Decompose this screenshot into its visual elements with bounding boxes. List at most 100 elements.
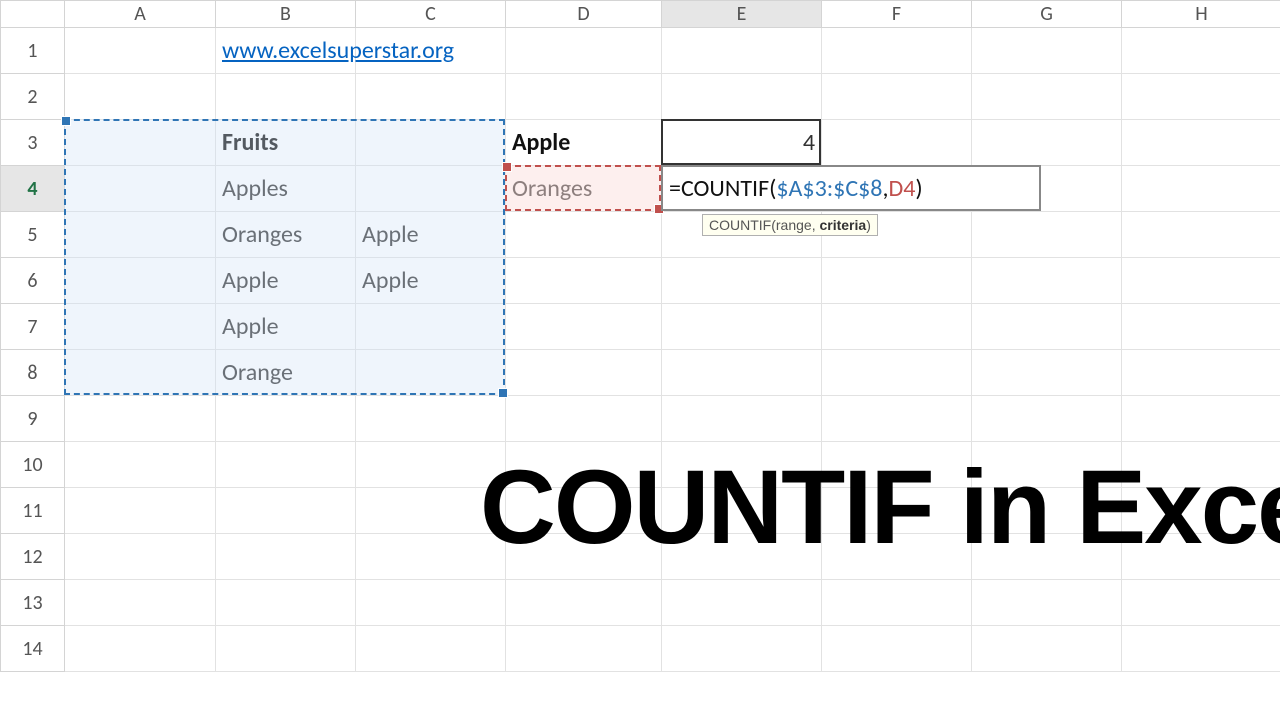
cell-G14[interactable] bbox=[972, 626, 1122, 672]
cell-G1[interactable] bbox=[972, 28, 1122, 74]
cell-H7[interactable] bbox=[1122, 304, 1280, 350]
cell-E1[interactable] bbox=[662, 28, 822, 74]
col-header-C[interactable]: C bbox=[356, 1, 506, 28]
cell-C5[interactable]: Apple bbox=[356, 212, 506, 258]
row-header-9[interactable]: 9 bbox=[1, 396, 65, 442]
cell-B6[interactable]: Apple bbox=[216, 258, 356, 304]
col-header-A[interactable]: A bbox=[65, 1, 216, 28]
cell-C4[interactable] bbox=[356, 166, 506, 212]
cell-H9[interactable] bbox=[1122, 396, 1280, 442]
col-header-D[interactable]: D bbox=[506, 1, 662, 28]
cell-F6[interactable] bbox=[822, 258, 972, 304]
cell-E14[interactable] bbox=[662, 626, 822, 672]
cell-D2[interactable] bbox=[506, 74, 662, 120]
cell-B5[interactable]: Oranges bbox=[216, 212, 356, 258]
cell-B11[interactable] bbox=[216, 488, 356, 534]
cell-G13[interactable] bbox=[972, 580, 1122, 626]
cell-A6[interactable] bbox=[65, 258, 216, 304]
cell-F14[interactable] bbox=[822, 626, 972, 672]
row-header-11[interactable]: 11 bbox=[1, 488, 65, 534]
cell-G9[interactable] bbox=[972, 396, 1122, 442]
row-header-6[interactable]: 6 bbox=[1, 258, 65, 304]
cell-B4[interactable]: Apples bbox=[216, 166, 356, 212]
cell-F2[interactable] bbox=[822, 74, 972, 120]
cell-D9[interactable] bbox=[506, 396, 662, 442]
cell-A2[interactable] bbox=[65, 74, 216, 120]
cell-F8[interactable] bbox=[822, 350, 972, 396]
cell-D6[interactable] bbox=[506, 258, 662, 304]
cell-A10[interactable] bbox=[65, 442, 216, 488]
row-header-12[interactable]: 12 bbox=[1, 534, 65, 580]
cell-D13[interactable] bbox=[506, 580, 662, 626]
cell-B12[interactable] bbox=[216, 534, 356, 580]
cell-G3[interactable] bbox=[972, 120, 1122, 166]
cell-H1[interactable] bbox=[1122, 28, 1280, 74]
cell-D14[interactable] bbox=[506, 626, 662, 672]
cell-D5[interactable] bbox=[506, 212, 662, 258]
cell-G5[interactable] bbox=[972, 212, 1122, 258]
cell-D3[interactable]: Apple bbox=[506, 120, 662, 166]
select-all-corner[interactable] bbox=[1, 1, 65, 28]
cell-H3[interactable] bbox=[1122, 120, 1280, 166]
cell-B14[interactable] bbox=[216, 626, 356, 672]
cell-E13[interactable] bbox=[662, 580, 822, 626]
cell-E7[interactable] bbox=[662, 304, 822, 350]
cell-B8[interactable]: Orange bbox=[216, 350, 356, 396]
col-header-H[interactable]: H bbox=[1122, 1, 1280, 28]
cell-C9[interactable] bbox=[356, 396, 506, 442]
row-header-13[interactable]: 13 bbox=[1, 580, 65, 626]
cell-A1[interactable] bbox=[65, 28, 216, 74]
cell-G8[interactable] bbox=[972, 350, 1122, 396]
cell-E2[interactable] bbox=[662, 74, 822, 120]
cell-F1[interactable] bbox=[822, 28, 972, 74]
cell-B7[interactable]: Apple bbox=[216, 304, 356, 350]
cell-D7[interactable] bbox=[506, 304, 662, 350]
cell-D4[interactable]: Oranges bbox=[506, 166, 662, 212]
cell-A13[interactable] bbox=[65, 580, 216, 626]
cell-B9[interactable] bbox=[216, 396, 356, 442]
row-header-1[interactable]: 1 bbox=[1, 28, 65, 74]
cell-H5[interactable] bbox=[1122, 212, 1280, 258]
cell-C8[interactable] bbox=[356, 350, 506, 396]
cell-A7[interactable] bbox=[65, 304, 216, 350]
cell-A3[interactable] bbox=[65, 120, 216, 166]
cell-F3[interactable] bbox=[822, 120, 972, 166]
cell-B1[interactable]: www.excelsuperstar.org bbox=[216, 28, 356, 74]
row-header-10[interactable]: 10 bbox=[1, 442, 65, 488]
cell-H14[interactable] bbox=[1122, 626, 1280, 672]
cell-E3[interactable]: 4 bbox=[662, 120, 822, 166]
cell-D8[interactable] bbox=[506, 350, 662, 396]
cell-H4[interactable] bbox=[1122, 166, 1280, 212]
cell-C7[interactable] bbox=[356, 304, 506, 350]
cell-A12[interactable] bbox=[65, 534, 216, 580]
cell-B13[interactable] bbox=[216, 580, 356, 626]
row-header-3[interactable]: 3 bbox=[1, 120, 65, 166]
cell-E6[interactable] bbox=[662, 258, 822, 304]
cell-D1[interactable] bbox=[506, 28, 662, 74]
cell-G2[interactable] bbox=[972, 74, 1122, 120]
row-header-4[interactable]: 4 bbox=[1, 166, 65, 212]
cell-B3[interactable]: Fruits bbox=[216, 120, 356, 166]
col-header-F[interactable]: F bbox=[822, 1, 972, 28]
cell-H13[interactable] bbox=[1122, 580, 1280, 626]
cell-H6[interactable] bbox=[1122, 258, 1280, 304]
cell-F9[interactable] bbox=[822, 396, 972, 442]
row-header-7[interactable]: 7 bbox=[1, 304, 65, 350]
col-header-B[interactable]: B bbox=[216, 1, 356, 28]
row-header-8[interactable]: 8 bbox=[1, 350, 65, 396]
cell-B10[interactable] bbox=[216, 442, 356, 488]
cell-C14[interactable] bbox=[356, 626, 506, 672]
cell-B2[interactable] bbox=[216, 74, 356, 120]
cell-E8[interactable] bbox=[662, 350, 822, 396]
row-header-2[interactable]: 2 bbox=[1, 74, 65, 120]
cell-A4[interactable] bbox=[65, 166, 216, 212]
cell-C2[interactable] bbox=[356, 74, 506, 120]
row-header-5[interactable]: 5 bbox=[1, 212, 65, 258]
cell-F7[interactable] bbox=[822, 304, 972, 350]
col-header-E[interactable]: E bbox=[662, 1, 822, 28]
formula-edit-cell[interactable]: =COUNTIF($A$3:$C$8,D4) bbox=[661, 165, 1041, 211]
cell-A11[interactable] bbox=[65, 488, 216, 534]
cell-C6[interactable]: Apple bbox=[356, 258, 506, 304]
col-header-G[interactable]: G bbox=[972, 1, 1122, 28]
cell-F13[interactable] bbox=[822, 580, 972, 626]
